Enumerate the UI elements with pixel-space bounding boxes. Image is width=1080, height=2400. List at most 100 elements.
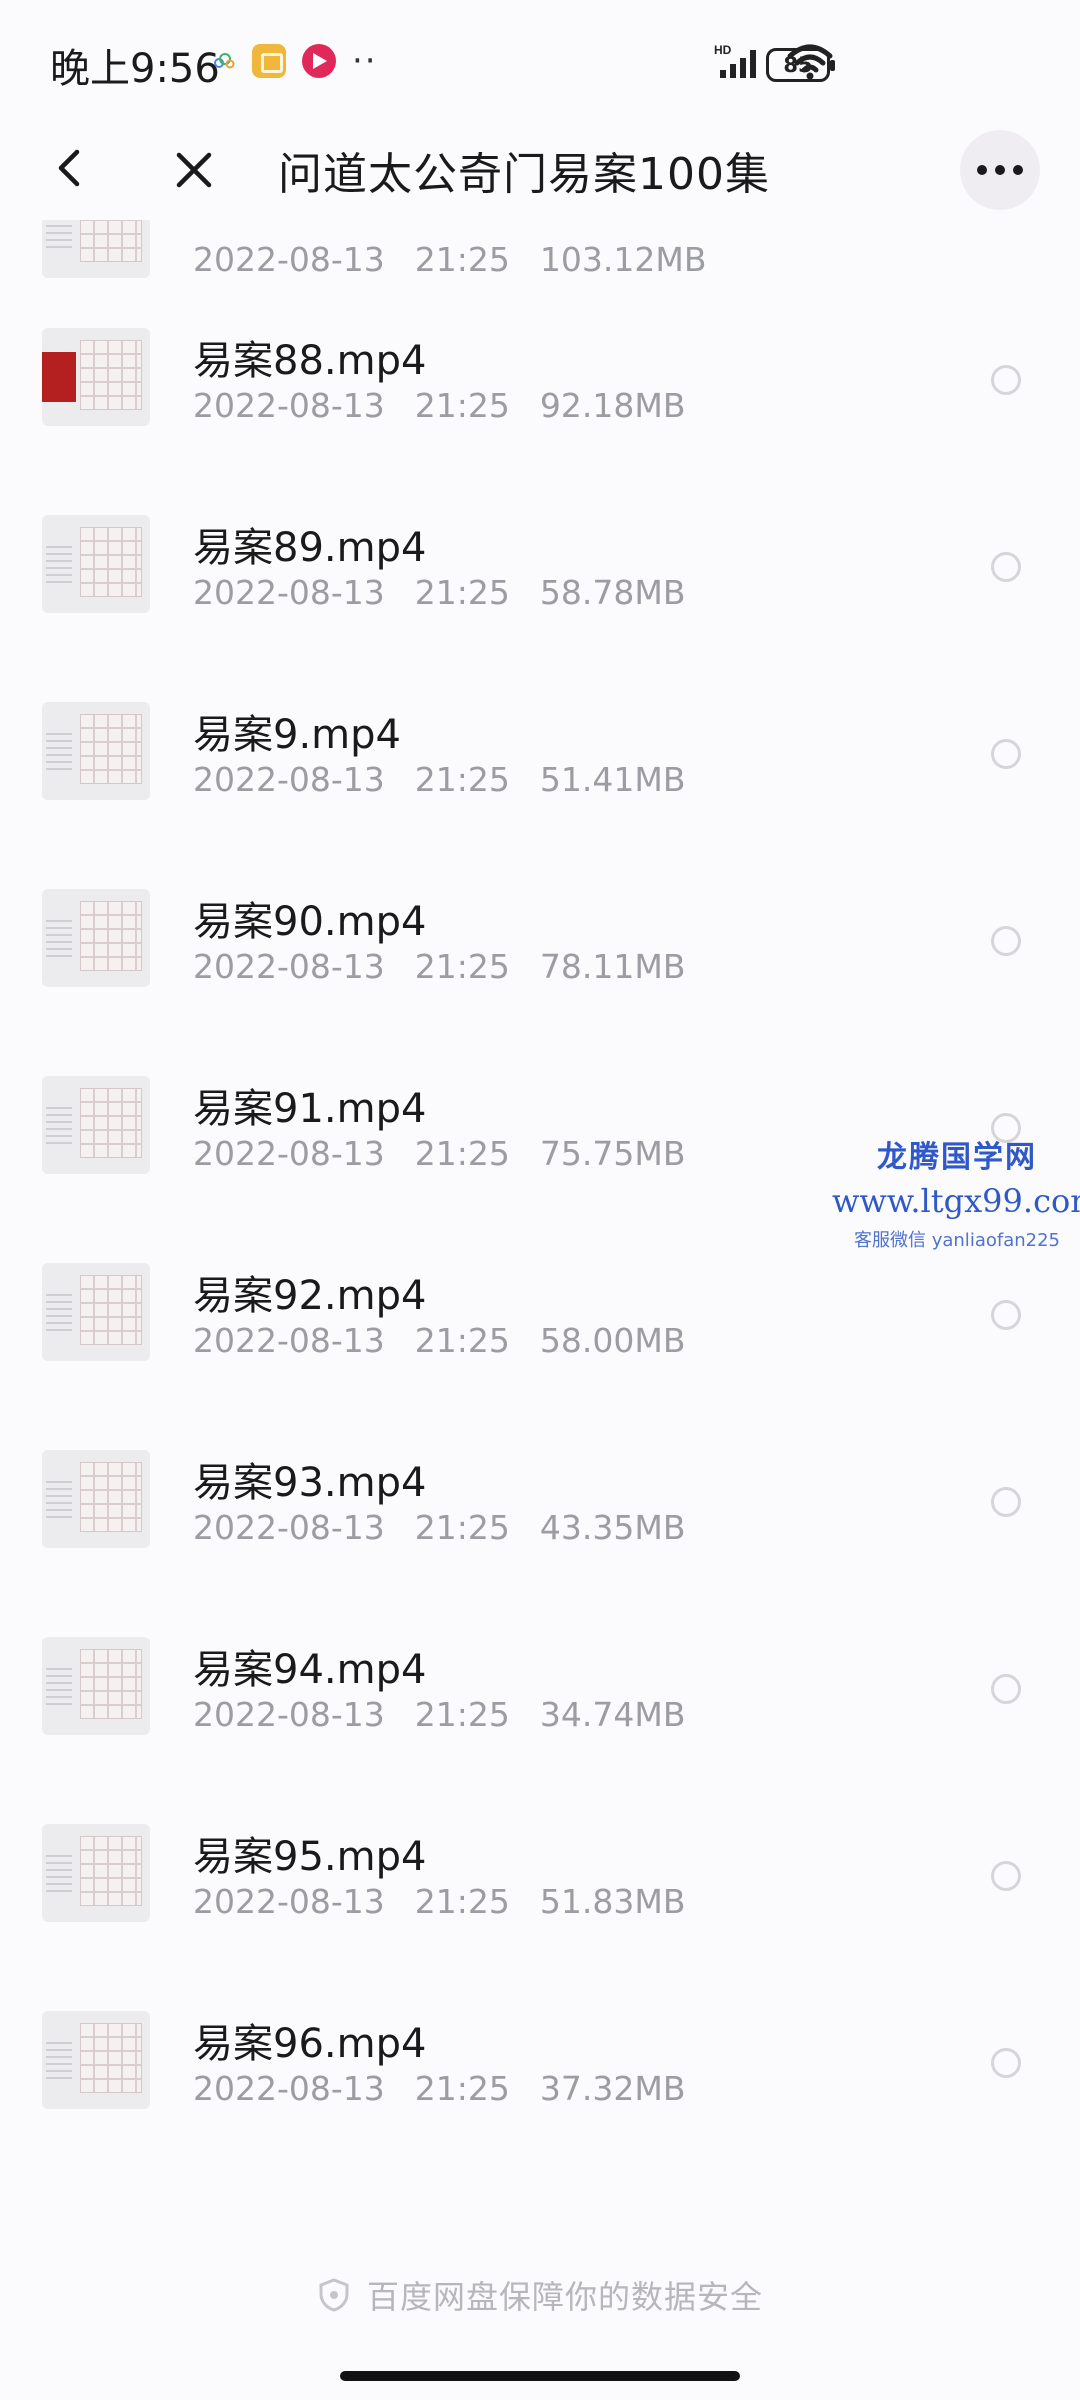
file-row[interactable]: 易案93.mp4 2022-08-13 21:25 43.35MB: [0, 1412, 1080, 1598]
thumbnail-text: [46, 1291, 72, 1331]
thumbnail-text: [46, 917, 72, 957]
file-meta: 2022-08-13 21:25 58.00MB: [193, 1321, 685, 1360]
thumbnail-text: [46, 1852, 72, 1892]
network-label: HD: [714, 43, 732, 57]
select-radio[interactable]: [991, 1861, 1021, 1891]
file-time: 21:25: [414, 947, 510, 986]
cloud-icon: [214, 53, 235, 69]
back-button[interactable]: [40, 138, 100, 198]
watermark-contact: 客服微信 yanliaofan225: [854, 1230, 1060, 1251]
file-name: 易案90.mp4: [193, 899, 427, 945]
file-row[interactable]: 易案96.mp4 2022-08-13 21:25 37.32MB: [0, 1973, 1080, 2159]
file-size: 34.74MB: [539, 1695, 686, 1734]
file-date: 2022-08-13: [193, 2069, 385, 2108]
file-name: 易案88.mp4: [193, 338, 427, 384]
file-time: 21:25: [414, 2069, 510, 2108]
thumbnail-grid: [80, 340, 142, 410]
thumbnail-grid: [80, 2023, 142, 2093]
select-radio[interactable]: [991, 926, 1021, 956]
file-time: 21:25: [414, 1695, 510, 1734]
thumbnail-text: [46, 2039, 72, 2079]
file-time: 21:25: [414, 1134, 510, 1173]
file-date: 2022-08-13: [193, 1695, 385, 1734]
file-name: 易案9.mp4: [193, 712, 401, 758]
file-time: 21:25: [414, 573, 510, 612]
close-button[interactable]: [162, 138, 226, 202]
file-size: 78.11MB: [539, 947, 686, 986]
file-date: 2022-08-13: [193, 1882, 385, 1921]
file-name: 易案91.mp4: [193, 1086, 427, 1132]
thumbnail-text: [46, 543, 72, 583]
file-size: 92.18MB: [539, 386, 686, 425]
thumbnail-text: [46, 1665, 72, 1705]
video-thumbnail: [42, 515, 150, 613]
thumbnail-text: [46, 220, 72, 248]
file-date: 2022-08-13: [193, 760, 385, 799]
file-size: 103.12MB: [539, 240, 707, 279]
thumbnail-grid: [80, 1462, 142, 1532]
video-thumbnail: [42, 328, 150, 426]
file-row[interactable]: 易案92.mp4 2022-08-13 21:25 58.00MB: [0, 1225, 1080, 1411]
video-thumbnail: [42, 1824, 150, 1922]
back-arrow-icon: [58, 149, 80, 187]
select-radio[interactable]: [991, 1300, 1021, 1330]
video-thumbnail: [42, 1076, 150, 1174]
select-radio[interactable]: [991, 1487, 1021, 1517]
file-row[interactable]: 易案94.mp4 2022-08-13 21:25 34.74MB: [0, 1599, 1080, 1785]
close-icon: [176, 152, 212, 188]
status-time: 晚上9:56: [50, 46, 220, 92]
video-thumbnail: [42, 220, 150, 278]
file-row[interactable]: 易案89.mp4 2022-08-13 21:25 58.78MB: [0, 477, 1080, 663]
select-radio[interactable]: [991, 1674, 1021, 1704]
shield-icon: [319, 2278, 349, 2312]
music-app-icon: [302, 44, 336, 78]
notes-app-icon: [252, 44, 286, 78]
thumbnail-grid: [80, 1649, 142, 1719]
watermark: 龙腾国学网 www.ltgx99.com 客服微信 yanliaofan225: [832, 1132, 1080, 1252]
thumbnail-text: [46, 730, 72, 770]
video-thumbnail: [42, 1450, 150, 1548]
file-meta: 2022-08-13 21:25 75.75MB: [193, 1134, 685, 1173]
file-meta: 2022-08-13 21:25 78.11MB: [193, 947, 685, 986]
file-size: 51.83MB: [539, 1882, 686, 1921]
file-row[interactable]: 易案90.mp4 2022-08-13 21:25 78.11MB: [0, 851, 1080, 1037]
file-time: 21:25: [414, 1321, 510, 1360]
select-radio[interactable]: [991, 552, 1021, 582]
top-app-bar: 问道太公奇门易案100集: [0, 120, 1080, 220]
file-date: 2022-08-13: [193, 947, 385, 986]
footer: 百度网盘保障你的数据安全: [0, 2272, 1080, 2318]
video-thumbnail: [42, 1263, 150, 1361]
thumbnail-text: [42, 352, 76, 402]
home-indicator[interactable]: [340, 2371, 740, 2381]
file-date: 2022-08-13: [193, 1508, 385, 1547]
file-meta: 2022-08-13 21:25 51.83MB: [193, 1882, 685, 1921]
status-bar: 晚上9:56 ·· HD 85: [0, 0, 1080, 120]
select-radio[interactable]: [991, 2048, 1021, 2078]
video-thumbnail: [42, 889, 150, 987]
file-time: 21:25: [414, 240, 510, 279]
file-row[interactable]: 易案88.mp4 2022-08-13 21:25 92.18MB: [0, 290, 1080, 476]
file-meta: 2022-08-13 21:25 58.78MB: [193, 573, 685, 612]
file-name: 易案94.mp4: [193, 1647, 427, 1693]
file-row[interactable]: 易案9.mp4 2022-08-13 21:25 51.41MB: [0, 664, 1080, 850]
select-radio[interactable]: [991, 739, 1021, 769]
file-row-partial[interactable]: 2022-08-13 21:25 103.12MB: [0, 220, 1080, 290]
file-row[interactable]: 易案95.mp4 2022-08-13 21:25 51.83MB: [0, 1786, 1080, 1972]
file-date: 2022-08-13: [193, 573, 385, 612]
more-notifications-icon: ··: [352, 41, 378, 81]
select-radio[interactable]: [991, 365, 1021, 395]
file-meta: 2022-08-13 21:25 34.74MB: [193, 1695, 685, 1734]
more-dot: [995, 165, 1005, 175]
file-date: 2022-08-13: [193, 240, 385, 279]
watermark-name: 龙腾国学网: [877, 1140, 1037, 1175]
file-date: 2022-08-13: [193, 1134, 385, 1173]
file-time: 21:25: [414, 760, 510, 799]
more-dots-icon: [977, 165, 987, 175]
more-options-button[interactable]: [960, 130, 1040, 210]
file-size: 58.78MB: [539, 573, 686, 612]
watermark-url: www.ltgx99.com: [832, 1182, 1080, 1220]
thumbnail-grid: [80, 1836, 142, 1906]
file-size: 43.35MB: [539, 1508, 686, 1547]
thumbnail-text: [46, 1478, 72, 1518]
video-thumbnail: [42, 702, 150, 800]
